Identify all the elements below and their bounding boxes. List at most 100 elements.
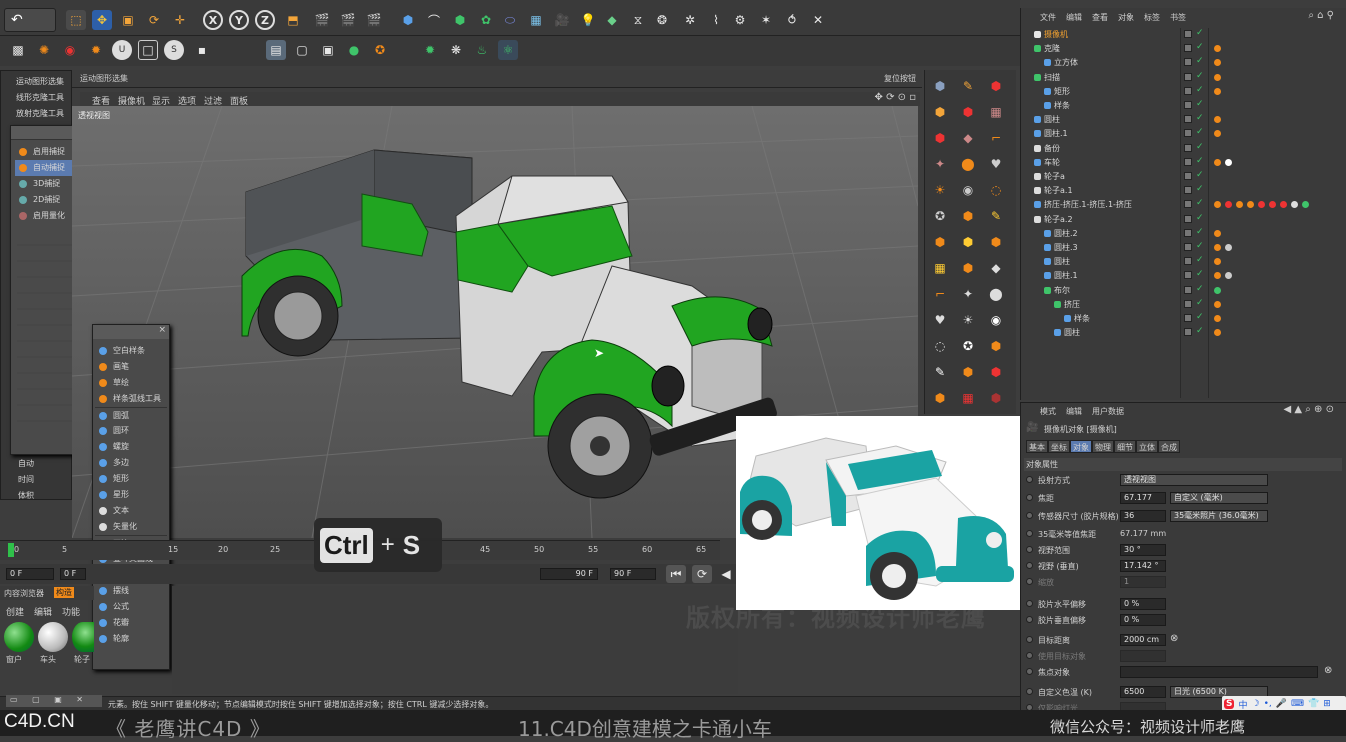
palette-tool-icon[interactable]: ⬢	[986, 336, 1006, 356]
enable-check-icon[interactable]: ✓	[1196, 184, 1204, 194]
loop-icon[interactable]: ⟳	[692, 565, 712, 583]
material-icon[interactable]: ●	[344, 40, 364, 60]
clear-object-icon[interactable]: ⊗	[1324, 665, 1332, 676]
material-menu-function[interactable]: 功能	[62, 605, 80, 618]
palette-tool-icon[interactable]: ✎	[958, 76, 978, 96]
object-row[interactable]: 圆柱.1 ✓	[1024, 127, 1346, 141]
fracture-icon[interactable]: ❋	[446, 40, 466, 60]
attr-tab[interactable]: 基本	[1026, 440, 1048, 453]
keyframe-radio-icon[interactable]	[1026, 562, 1033, 569]
rig-icon[interactable]: ⥀	[782, 10, 802, 30]
tracer-icon[interactable]: ⚛	[498, 40, 518, 60]
tag-icon[interactable]	[1214, 300, 1221, 308]
enable-check-icon[interactable]: ✓	[1196, 42, 1204, 52]
palette-tool-icon[interactable]: ▦	[958, 388, 978, 408]
rotate-tool-icon[interactable]: ⟳	[144, 10, 164, 30]
object-row[interactable]: 圆柱 ✓	[1024, 255, 1346, 269]
attr-tab[interactable]: 物理	[1092, 440, 1114, 453]
viewport-left-tab[interactable]: 运动图形选集	[80, 73, 128, 84]
attr-value-field[interactable]: 30 °	[1120, 544, 1166, 556]
om-menu-bookmarks[interactable]: 书签	[1170, 12, 1186, 23]
tag-icon[interactable]	[1302, 201, 1309, 209]
object-row[interactable]: 摄像机 ✓	[1024, 28, 1346, 42]
palette-tool-icon[interactable]: ⬢	[958, 362, 978, 382]
axis-x-button[interactable]: X	[203, 10, 223, 30]
keyframe-radio-icon[interactable]	[1026, 652, 1033, 659]
spline-item[interactable]: 多边	[95, 455, 167, 471]
tag-icon[interactable]	[1269, 201, 1276, 209]
light-icon[interactable]: 💡	[578, 10, 598, 30]
scale-tool-icon[interactable]: ▣	[118, 10, 138, 30]
tool-item[interactable]: 放射克隆工具	[2, 106, 70, 122]
tag-icon[interactable]	[1291, 201, 1298, 209]
keyframe-radio-icon[interactable]	[1026, 668, 1033, 675]
sketch-icon[interactable]: ✶	[756, 10, 776, 30]
camera-icon[interactable]: 🎥	[552, 10, 572, 30]
enable-check-icon[interactable]: ✓	[1196, 99, 1204, 109]
palette-tool-icon[interactable]: ✎	[986, 206, 1006, 226]
attr-value-field[interactable]: 17.142 °	[1120, 560, 1166, 572]
viewport-layout-icon[interactable]: ▤	[266, 40, 286, 60]
palette-tool-icon[interactable]: ◌	[986, 180, 1006, 200]
palette-tool-icon[interactable]: ☀	[958, 310, 978, 330]
spline-item[interactable]: 圆弧	[95, 407, 167, 423]
tag-icon[interactable]	[1236, 201, 1243, 209]
attr-value-field[interactable]	[1120, 650, 1166, 662]
enable-check-icon[interactable]: ✓	[1196, 142, 1204, 152]
palette-tool-icon[interactable]: ⌐	[930, 284, 950, 304]
snap-toggle-icon[interactable]: ▪	[192, 40, 212, 60]
visibility-toggle[interactable]	[1184, 200, 1192, 209]
single-view-icon[interactable]: ▢	[292, 40, 312, 60]
object-row[interactable]: 样条 ✓	[1024, 312, 1346, 326]
object-row[interactable]: 挤压-挤压.1-挤压.1-挤压 ✓	[1024, 198, 1346, 212]
visibility-toggle[interactable]	[1184, 285, 1192, 294]
visibility-toggle[interactable]	[1184, 328, 1192, 337]
spline-item[interactable]: 样条弧线工具	[95, 391, 167, 407]
keyframe-radio-icon[interactable]	[1026, 546, 1033, 553]
object-row[interactable]: 立方体 ✓	[1024, 56, 1346, 70]
enable-check-icon[interactable]: ✓	[1196, 85, 1204, 95]
enable-check-icon[interactable]: ✓	[1196, 326, 1204, 336]
object-row[interactable]: 矩形 ✓	[1024, 85, 1346, 99]
dynamics-icon[interactable]: ⧖	[628, 10, 648, 30]
palette-tool-icon[interactable]: ⬢	[958, 206, 978, 226]
object-row[interactable]: 轮子a.1 ✓	[1024, 184, 1346, 198]
material-swatch[interactable]	[4, 622, 34, 652]
tag-icon[interactable]	[1214, 201, 1221, 209]
palette-tool-icon[interactable]: ⬢	[986, 232, 1006, 252]
object-row[interactable]: 圆柱.2 ✓	[1024, 227, 1346, 241]
pen-spline-icon[interactable]: ⌒	[424, 10, 444, 30]
palette-tool-icon[interactable]: ⬢	[958, 102, 978, 122]
enable-check-icon[interactable]: ✓	[1196, 213, 1204, 223]
attr-value-field[interactable]: 0 %	[1120, 598, 1166, 610]
spline-wrap-icon[interactable]: ⌇	[706, 10, 726, 30]
palette-tool-icon[interactable]: ◆	[958, 128, 978, 148]
tag-icon[interactable]	[1214, 130, 1221, 138]
object-row[interactable]: 车轮 ✓	[1024, 156, 1346, 170]
tag-icon[interactable]	[1214, 229, 1221, 237]
gear-icon[interactable]: ⚙	[730, 10, 750, 30]
tag-icon[interactable]	[1258, 201, 1265, 209]
enable-check-icon[interactable]: ✓	[1196, 241, 1204, 251]
tag-icon[interactable]	[1225, 201, 1232, 209]
hair-icon[interactable]: ✲	[680, 10, 700, 30]
enable-check-icon[interactable]: ✓	[1196, 170, 1204, 180]
tab-structure[interactable]: 构造	[54, 587, 74, 598]
tag-icon[interactable]	[1214, 272, 1221, 280]
move-tool-icon[interactable]: ✥	[92, 10, 112, 30]
om-menu-tags[interactable]: 标签	[1144, 12, 1160, 23]
keyframe-radio-icon[interactable]	[1026, 616, 1033, 623]
visibility-toggle[interactable]	[1184, 228, 1192, 237]
viewport-right-tab[interactable]: 复位按钮	[884, 73, 916, 84]
tag-icon[interactable]	[1214, 286, 1221, 294]
polygon-mode-icon[interactable]: □	[138, 40, 158, 60]
palette-tool-icon[interactable]: ✦	[958, 284, 978, 304]
visibility-toggle[interactable]	[1184, 86, 1192, 95]
object-row[interactable]: 扫描 ✓	[1024, 71, 1346, 85]
visibility-toggle[interactable]	[1184, 314, 1192, 322]
frame-current-field[interactable]: 0 F	[60, 568, 86, 580]
keyframe-radio-icon[interactable]	[1026, 636, 1033, 643]
spline-item[interactable]: 矢量化	[95, 519, 167, 535]
palette-tool-icon[interactable]: ✦	[930, 154, 950, 174]
spline-item[interactable]: 螺旋	[95, 439, 167, 455]
